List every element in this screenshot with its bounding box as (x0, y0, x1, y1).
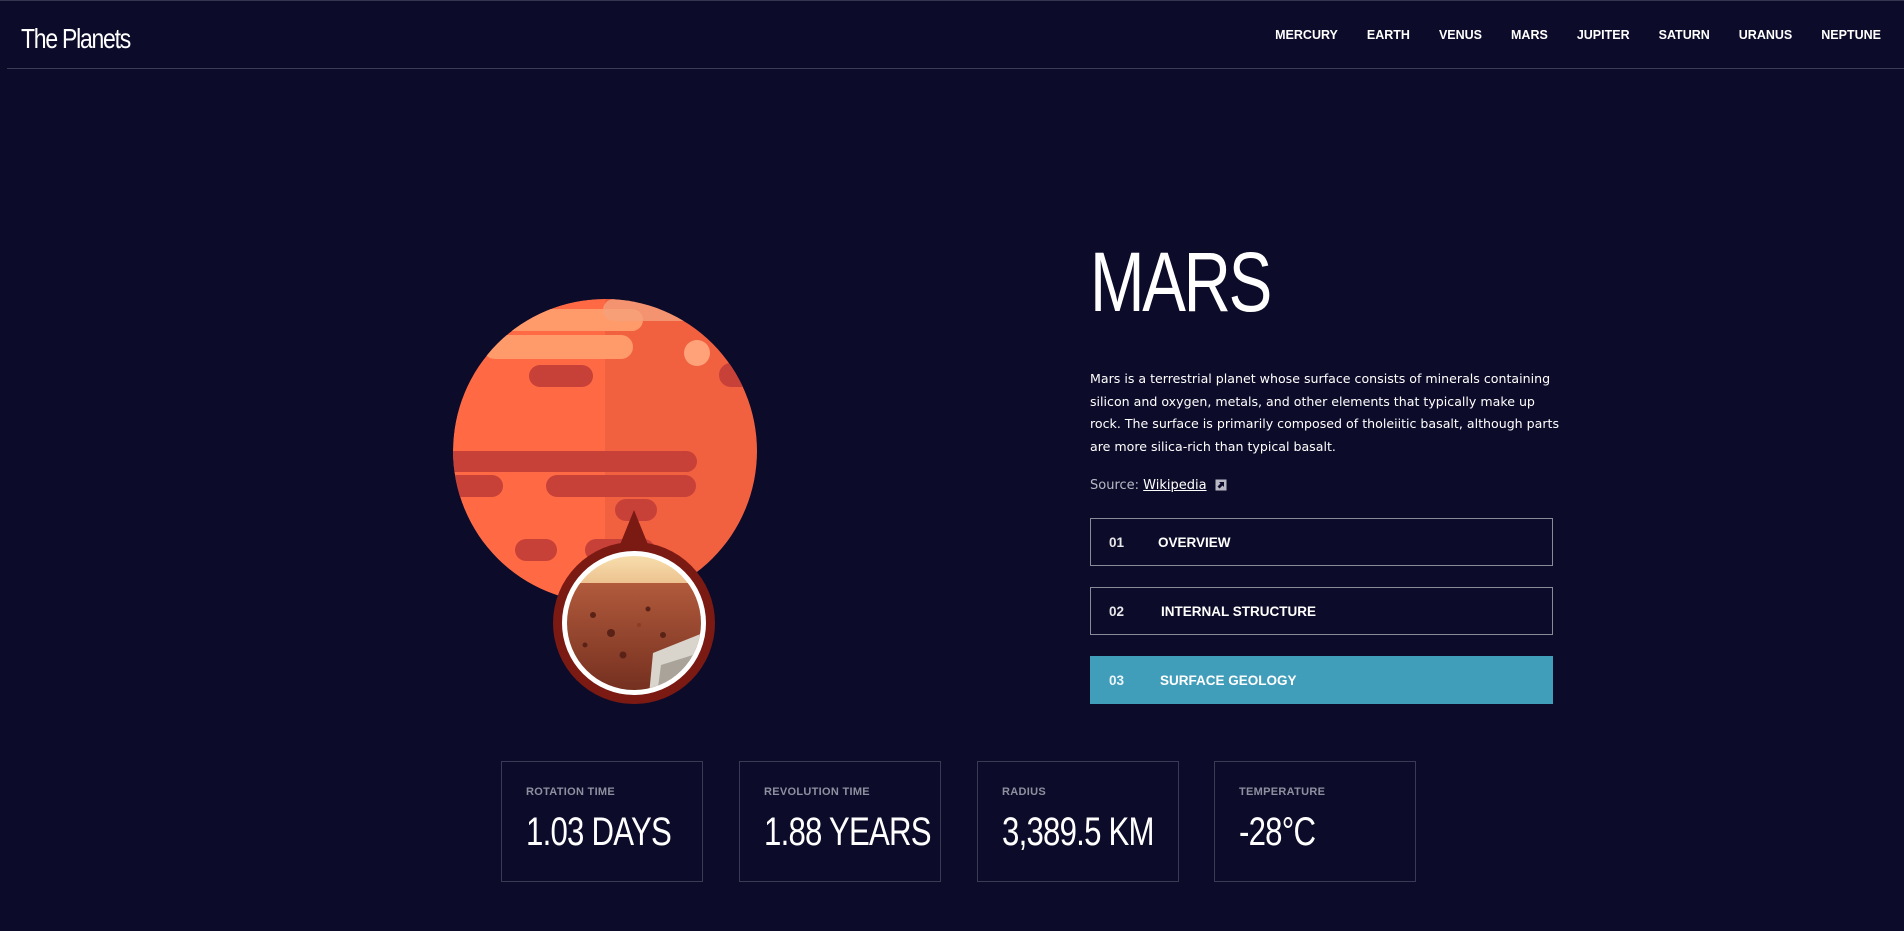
planet-description: Mars is a terrestrial planet whose surfa… (1090, 371, 1560, 454)
external-link-icon[interactable] (1215, 479, 1227, 491)
nav-item-earth[interactable]: EARTH (1367, 28, 1410, 42)
main-nav: MERCURY EARTH VENUS MARS JUPITER SATURN … (1246, 28, 1881, 42)
header-divider (7, 68, 1904, 69)
source-line: Source: Wikipedia (1090, 478, 1227, 493)
surface-geology-image (553, 510, 715, 704)
wikipedia-link[interactable]: Wikipedia (1143, 478, 1206, 493)
logo[interactable]: The Planets (21, 23, 131, 55)
nav-item-mercury[interactable]: MERCURY (1275, 28, 1338, 42)
stat-radius: RADIUS 3,389.5 KM (977, 761, 1179, 882)
header: The Planets MERCURY EARTH VENUS MARS JUP… (0, 0, 1904, 69)
nav-item-jupiter[interactable]: JUPITER (1577, 28, 1630, 42)
stat-temperature: TEMPERATURE -28°C (1214, 761, 1416, 882)
stat-value: 3,389.5 KM (1002, 810, 1155, 854)
tab-surface-geology[interactable]: 03 SURFACE GEOLOGY (1090, 656, 1553, 704)
stat-label: TEMPERATURE (1239, 786, 1326, 798)
stat-label: RADIUS (1002, 786, 1046, 798)
tab-number: 02 (1109, 603, 1125, 619)
nav-item-mars[interactable]: MARS (1511, 28, 1548, 42)
stat-value: -28°C (1239, 810, 1316, 854)
tab-number: 01 (1109, 534, 1125, 550)
stat-value: 1.88 YEARS (764, 810, 932, 854)
tab-overview[interactable]: 01 OVERVIEW (1090, 518, 1553, 566)
nav-item-neptune[interactable]: NEPTUNE (1821, 28, 1881, 42)
tab-label: OVERVIEW (1158, 534, 1231, 550)
nav-item-uranus[interactable]: URANUS (1739, 28, 1792, 42)
stat-revolution-time: REVOLUTION TIME 1.88 YEARS (739, 761, 941, 882)
planet-title: MARS (1090, 235, 1272, 329)
nav-item-venus[interactable]: VENUS (1439, 28, 1482, 42)
tab-label: INTERNAL STRUCTURE (1161, 603, 1316, 619)
page: The Planets MERCURY EARTH VENUS MARS JUP… (0, 0, 1904, 931)
stat-value: 1.03 DAYS (526, 810, 672, 854)
source-prefix: Source: (1090, 478, 1140, 493)
stat-rotation-time: ROTATION TIME 1.03 DAYS (501, 761, 703, 882)
tab-label: SURFACE GEOLOGY (1160, 672, 1297, 688)
nav-item-saturn[interactable]: SATURN (1659, 28, 1710, 42)
stat-label: ROTATION TIME (526, 786, 616, 798)
tab-internal-structure[interactable]: 02 INTERNAL STRUCTURE (1090, 587, 1553, 635)
stat-label: REVOLUTION TIME (764, 786, 870, 798)
tab-number: 03 (1109, 672, 1125, 688)
